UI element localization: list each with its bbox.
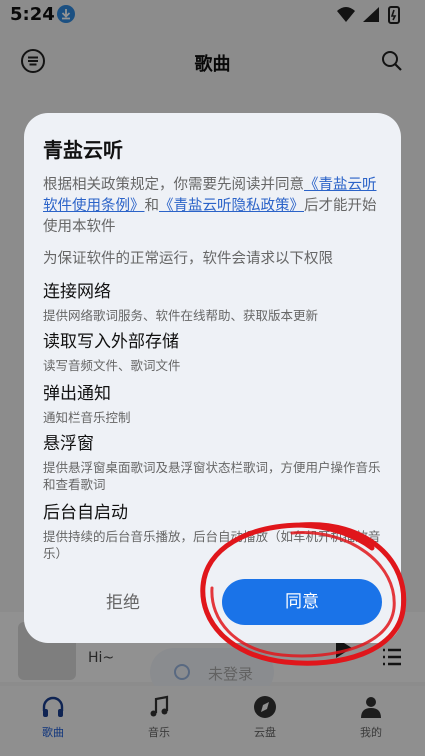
permission-desc: 提供持续的后台音乐播放，后台自动播放（如车机开机播放音乐） bbox=[43, 529, 381, 561]
intro-and: 和 bbox=[144, 198, 160, 214]
permission-desc: 通知栏音乐控制 bbox=[43, 410, 131, 425]
permission-desc: 提供悬浮窗桌面歌词及悬浮窗状态栏歌词，方便用户操作音乐和查看歌词 bbox=[43, 460, 381, 492]
agree-button[interactable]: 同意 bbox=[222, 579, 382, 625]
permission-title: 连接网络 bbox=[43, 282, 111, 302]
permission-desc: 读写音频文件、歌词文件 bbox=[43, 358, 181, 373]
permission-item: 弹出通知 通知栏音乐控制 bbox=[43, 383, 388, 426]
permission-item: 连接网络 提供网络歌词服务、软件在线帮助、获取版本更新 bbox=[43, 281, 388, 324]
intro-text: 根据相关政策规定，你需要先阅读并同意 bbox=[43, 177, 304, 193]
permission-title: 后台自启动 bbox=[43, 503, 128, 523]
permission-title: 弹出通知 bbox=[43, 384, 111, 404]
dialog-intro: 根据相关政策规定，你需要先阅读并同意《青盐云听软件使用条例》和《青盐云听隐私政策… bbox=[43, 175, 383, 238]
permission-title: 读取写入外部存储 bbox=[43, 332, 179, 352]
permission-item: 读取写入外部存储 读写音频文件、歌词文件 bbox=[43, 331, 388, 374]
dialog-title: 青盐云听 bbox=[43, 138, 123, 162]
reject-button[interactable]: 拒绝 bbox=[62, 581, 184, 625]
privacy-policy-link[interactable]: 《青盐云听隐私政策》 bbox=[159, 198, 304, 214]
permission-desc: 提供网络歌词服务、软件在线帮助、获取版本更新 bbox=[43, 308, 319, 323]
permissions-intro: 为保证软件的正常运行，软件会请求以下权限 bbox=[43, 251, 333, 267]
permission-item: 后台自启动 提供持续的后台音乐播放，后台自动播放（如车机开机播放音乐） bbox=[43, 502, 388, 562]
permission-item: 悬浮窗 提供悬浮窗桌面歌词及悬浮窗状态栏歌词，方便用户操作音乐和查看歌词 bbox=[43, 433, 388, 493]
privacy-dialog: 青盐云听 根据相关政策规定，你需要先阅读并同意《青盐云听软件使用条例》和《青盐云… bbox=[24, 113, 401, 643]
permission-title: 悬浮窗 bbox=[43, 434, 94, 454]
